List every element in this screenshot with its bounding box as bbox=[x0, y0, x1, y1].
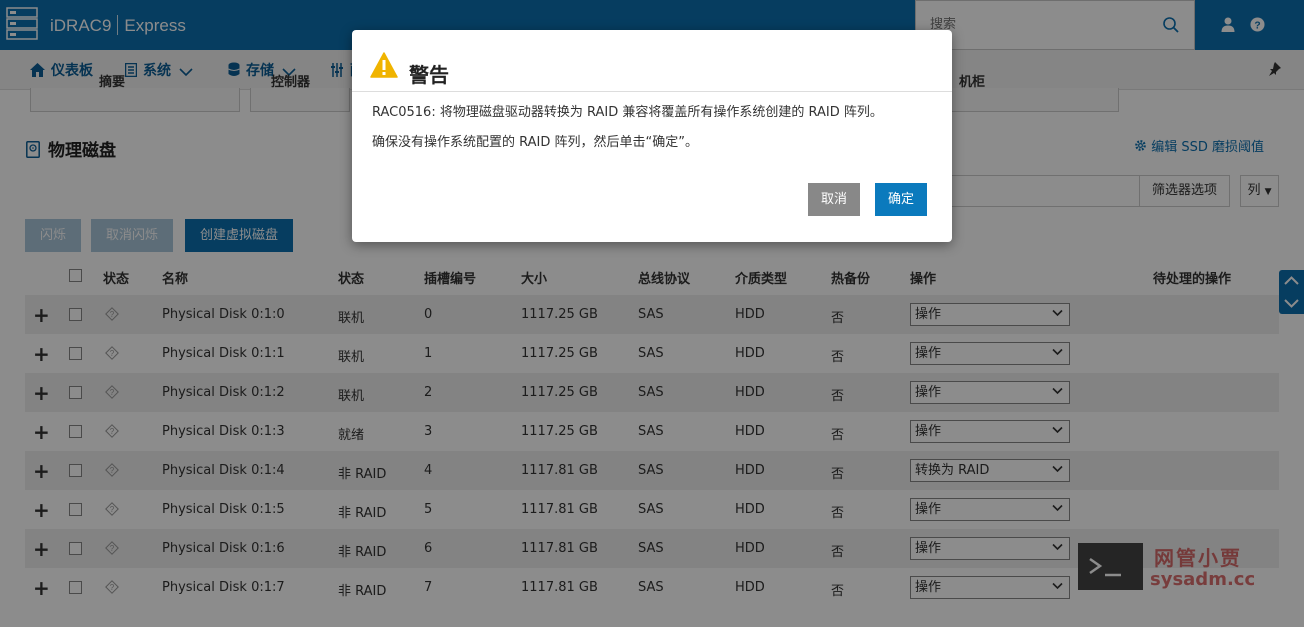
dialog-message-2: 确保没有操作系统配置的 RAID 阵列，然后单击“确定”。 bbox=[372, 135, 698, 150]
cancel-button[interactable]: 取消 bbox=[808, 183, 860, 216]
ok-button[interactable]: 确定 bbox=[875, 183, 927, 216]
warning-icon bbox=[370, 52, 398, 78]
dialog-header: 警告 bbox=[352, 30, 952, 92]
dialog-title: 警告 bbox=[409, 63, 449, 87]
warning-dialog: 警告 RAC0516: 将物理磁盘驱动器转换为 RAID 兼容将覆盖所有操作系统… bbox=[352, 30, 952, 242]
dialog-message-1: RAC0516: 将物理磁盘驱动器转换为 RAID 兼容将覆盖所有操作系统创建的… bbox=[372, 105, 883, 120]
